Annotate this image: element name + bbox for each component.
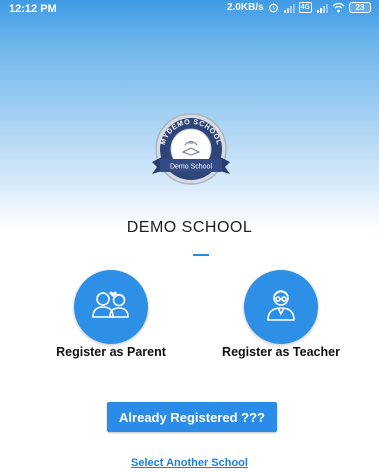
parents-icon — [89, 283, 133, 332]
status-time: 12:12 PM — [9, 3, 57, 15]
register-teacher-button[interactable] — [244, 270, 318, 344]
volte-icon: 4G — [298, 2, 312, 13]
register-parent-label[interactable]: Register as Parent — [46, 345, 176, 359]
register-parent-button[interactable] — [74, 270, 148, 344]
signal-icon-2 — [316, 3, 328, 13]
select-another-school-link[interactable]: Select Another School — [0, 457, 379, 469]
network-speed: 2.0KB/s — [226, 2, 264, 13]
school-logo: MYDEMO SCHOOL Demo School — [150, 110, 232, 192]
signal-icon — [283, 3, 295, 13]
alarm-icon — [268, 2, 279, 13]
logo-ribbon-text: Demo School — [170, 164, 212, 171]
status-icons: 2.0KB/s 4G 23 — [227, 2, 371, 13]
register-teacher-label[interactable]: Register as Teacher — [214, 345, 348, 359]
already-registered-button[interactable]: Already Registered ??? — [107, 402, 277, 432]
school-name: DEMO SCHOOL — [126, 219, 253, 236]
wifi-icon — [332, 2, 345, 13]
status-bar: 12:12 PM 2.0KB/s 4G 23 — [0, 0, 379, 20]
title-divider — [193, 254, 209, 256]
app-screen: 12:12 PM 2.0KB/s 4G 23 MYDEMO SCHOOL Dem… — [0, 0, 379, 472]
teacher-icon — [259, 283, 303, 332]
battery-icon: 23 — [349, 2, 371, 13]
